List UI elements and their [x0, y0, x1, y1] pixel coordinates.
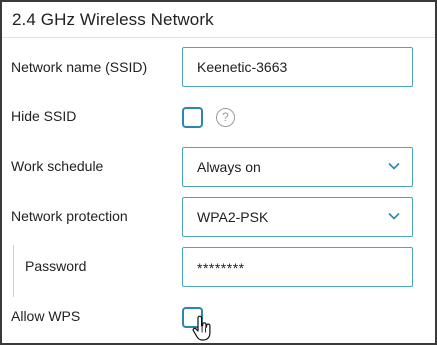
- help-icon[interactable]: ?: [216, 108, 235, 127]
- hide-ssid-label: Hide SSID: [11, 108, 77, 124]
- hand-pointer-icon: [192, 315, 211, 341]
- schedule-select[interactable]: Always on: [182, 147, 413, 187]
- schedule-label: Work schedule: [11, 158, 104, 174]
- schedule-value: Always on: [197, 159, 261, 175]
- protection-select[interactable]: WPA2-PSK: [182, 197, 413, 237]
- password-label: Password: [25, 258, 87, 274]
- chevron-down-icon: [388, 212, 400, 220]
- section-title: 2.4 GHz Wireless Network: [12, 10, 214, 29]
- hide-ssid-checkbox[interactable]: [182, 107, 203, 128]
- wps-label: Allow WPS: [11, 308, 81, 324]
- indent-guide: [13, 245, 14, 297]
- ssid-value: Keenetic-3663: [197, 59, 288, 75]
- password-input[interactable]: ********: [182, 247, 413, 287]
- ssid-label: Network name (SSID): [11, 59, 148, 75]
- protection-label: Network protection: [11, 208, 128, 224]
- ssid-input[interactable]: Keenetic-3663: [182, 47, 413, 87]
- password-value: ********: [197, 260, 245, 276]
- chevron-down-icon: [388, 162, 400, 170]
- wireless-network-panel: 2.4 GHz Wireless Network Network name (S…: [0, 0, 437, 345]
- protection-value: WPA2-PSK: [197, 209, 269, 225]
- title-divider: [2, 37, 435, 38]
